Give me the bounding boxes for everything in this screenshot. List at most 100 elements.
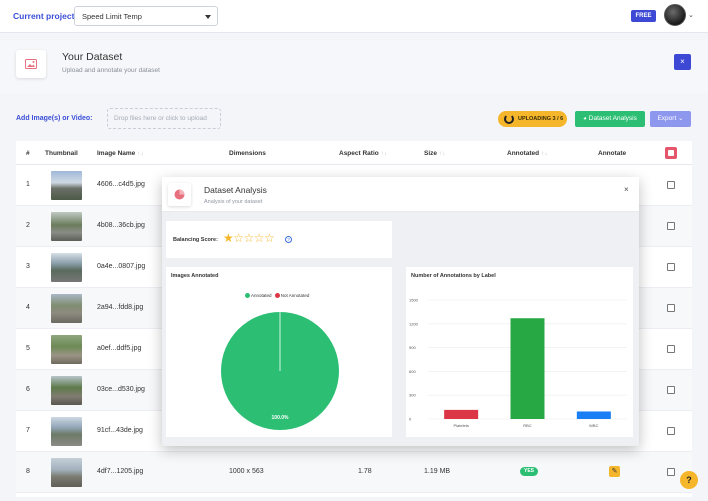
current-project-label: Current project:	[13, 11, 78, 21]
bar-chart: 0 300 600 900 1200 1500 Platelets RBC WBC	[409, 298, 627, 428]
page-subtitle: Upload and annotate your dataset	[62, 67, 160, 74]
row-number: 1	[26, 181, 30, 188]
avatar[interactable]	[664, 4, 686, 26]
uploading-text: UPLOADING 3 / 6	[518, 116, 564, 122]
page-title: Your Dataset	[62, 51, 123, 63]
sort-icon: ↑↓	[137, 150, 144, 157]
row-checkbox[interactable]	[667, 263, 675, 271]
upload-dropzone[interactable]: Drop files here or click to upload	[107, 108, 221, 129]
dataset-header: Your Dataset Upload and annotate your da…	[0, 40, 708, 93]
col-annotate: Annotate	[598, 150, 627, 157]
row-number: 6	[26, 386, 30, 393]
project-select-value: Speed Limit Temp	[82, 12, 142, 21]
annotate-pencil-icon[interactable]: ✎	[609, 466, 620, 477]
thumbnail[interactable]	[51, 458, 82, 487]
plan-badge: FREE	[631, 10, 656, 22]
sort-icon: ↑↓	[439, 150, 446, 157]
annotated-badge: YES	[520, 467, 538, 476]
avatar-chevron-icon[interactable]: ⌄	[688, 11, 694, 19]
col-size[interactable]: Size ↑↓	[424, 150, 446, 157]
pie-chart-icon	[168, 183, 191, 206]
dimensions: 1000 x 563	[229, 468, 264, 475]
dataset-analysis-button[interactable]: ◕ Dataset Analysis	[575, 111, 645, 127]
col-dimensions: Dimensions	[229, 150, 266, 157]
aspect-ratio: 1.78	[358, 468, 372, 475]
image-icon	[16, 50, 46, 78]
export-button[interactable]: Export ⌄	[650, 111, 691, 127]
row-checkbox[interactable]	[667, 222, 675, 230]
add-images-label: Add Image(s) or Video:	[16, 115, 93, 122]
y-tick-label: 1200	[409, 321, 419, 326]
image-name[interactable]: 4df7...1205.jpg	[97, 468, 143, 475]
row-number: 7	[26, 427, 30, 434]
row-checkbox[interactable]	[667, 304, 675, 312]
image-name[interactable]: 91cf...43de.jpg	[97, 427, 143, 434]
row-checkbox[interactable]	[667, 345, 675, 353]
bar[interactable]	[444, 409, 479, 419]
image-name[interactable]: 4606...c4d5.jpg	[97, 181, 145, 188]
dropzone-text: Drop files here or click to upload	[114, 115, 207, 122]
col-aspect-ratio[interactable]: Aspect Ratio ↑↓	[339, 150, 387, 157]
thumbnail[interactable]	[51, 417, 82, 446]
sort-icon: ↑↓	[541, 150, 548, 157]
project-select[interactable]: Speed Limit Temp	[74, 6, 218, 26]
y-tick-label: 300	[409, 393, 416, 398]
y-tick-label: 600	[409, 369, 416, 374]
row-checkbox[interactable]	[667, 468, 675, 476]
annotations-by-label-card: Number of Annotations by Label 0 300 600 90…	[406, 267, 633, 437]
row-number: 4	[26, 304, 30, 311]
help-button[interactable]: ?	[680, 471, 698, 489]
row-checkbox[interactable]	[667, 386, 675, 394]
thumbnail[interactable]	[51, 212, 82, 241]
row-number: 3	[26, 263, 30, 270]
modal-close-icon[interactable]: ×	[624, 185, 629, 194]
col-image-name[interactable]: Image Name ↑↓	[97, 150, 144, 157]
col-thumbnail: Thumbnail	[45, 150, 78, 157]
thumbnail[interactable]	[51, 253, 82, 282]
star-rating: ★☆☆☆☆	[223, 231, 275, 245]
y-tick-label: 1500	[409, 298, 419, 303]
close-button[interactable]: ×	[674, 54, 691, 70]
col-num: #	[26, 150, 30, 157]
bar[interactable]	[576, 411, 611, 419]
thumbnail[interactable]	[51, 294, 82, 323]
file-size: 1.19 MB	[424, 468, 451, 475]
x-tick-label: Platelets	[453, 423, 468, 428]
modal-subtitle: Analysis of your dataset	[204, 199, 263, 205]
balancing-score-label: Balancing Score:	[173, 237, 218, 243]
row-checkbox[interactable]	[667, 427, 675, 435]
table-header: # Thumbnail Image Name ↑↓ Dimensions Aspe…	[16, 141, 692, 165]
col-annotated[interactable]: Annotated ↑↓	[507, 150, 548, 157]
spinner-icon	[504, 114, 514, 124]
modal-header: Dataset Analysis Analysis of your datase…	[162, 177, 639, 212]
image-name[interactable]: a0ef...ddf5.jpg	[97, 345, 141, 352]
y-tick-label: 0	[409, 417, 412, 422]
modal-title: Dataset Analysis	[204, 185, 267, 195]
info-icon[interactable]: ?	[285, 236, 292, 243]
row-number: 8	[26, 468, 30, 475]
pie-chart-icon: ◕	[583, 116, 587, 122]
trash-icon[interactable]	[665, 147, 677, 159]
image-name[interactable]: 03ce...d530.jpg	[97, 386, 145, 393]
pie-chart: 100.0%	[221, 312, 339, 430]
sort-icon: ↑↓	[380, 150, 388, 157]
thumbnail[interactable]	[51, 376, 82, 405]
image-name[interactable]: 4b08...36cb.jpg	[97, 222, 145, 229]
images-annotated-card: Images Annotated Annotated Not Annotated…	[166, 267, 392, 437]
dataset-analysis-modal: Dataset Analysis Analysis of your datase…	[162, 177, 639, 446]
x-tick-label: RBC	[523, 423, 532, 428]
balancing-score-card: Balancing Score: ★☆☆☆☆ ?	[166, 221, 392, 258]
y-tick-label: 900	[409, 345, 416, 350]
dataset-analysis-label: Dataset Analysis	[588, 115, 637, 122]
bar[interactable]	[510, 318, 545, 419]
pie-data-label: 100.0%	[272, 415, 290, 421]
image-name[interactable]: 0a4e...0807.jpg	[97, 263, 145, 270]
row-checkbox[interactable]	[667, 181, 675, 189]
top-bar: Current project: Speed Limit Temp FREE ⌄	[0, 0, 708, 33]
thumbnail[interactable]	[51, 171, 82, 200]
image-name[interactable]: 2a94...fdd8.jpg	[97, 304, 143, 311]
row-number: 2	[26, 222, 30, 229]
thumbnail[interactable]	[51, 335, 82, 364]
x-tick-label: WBC	[589, 423, 598, 428]
row-number: 5	[26, 345, 30, 352]
